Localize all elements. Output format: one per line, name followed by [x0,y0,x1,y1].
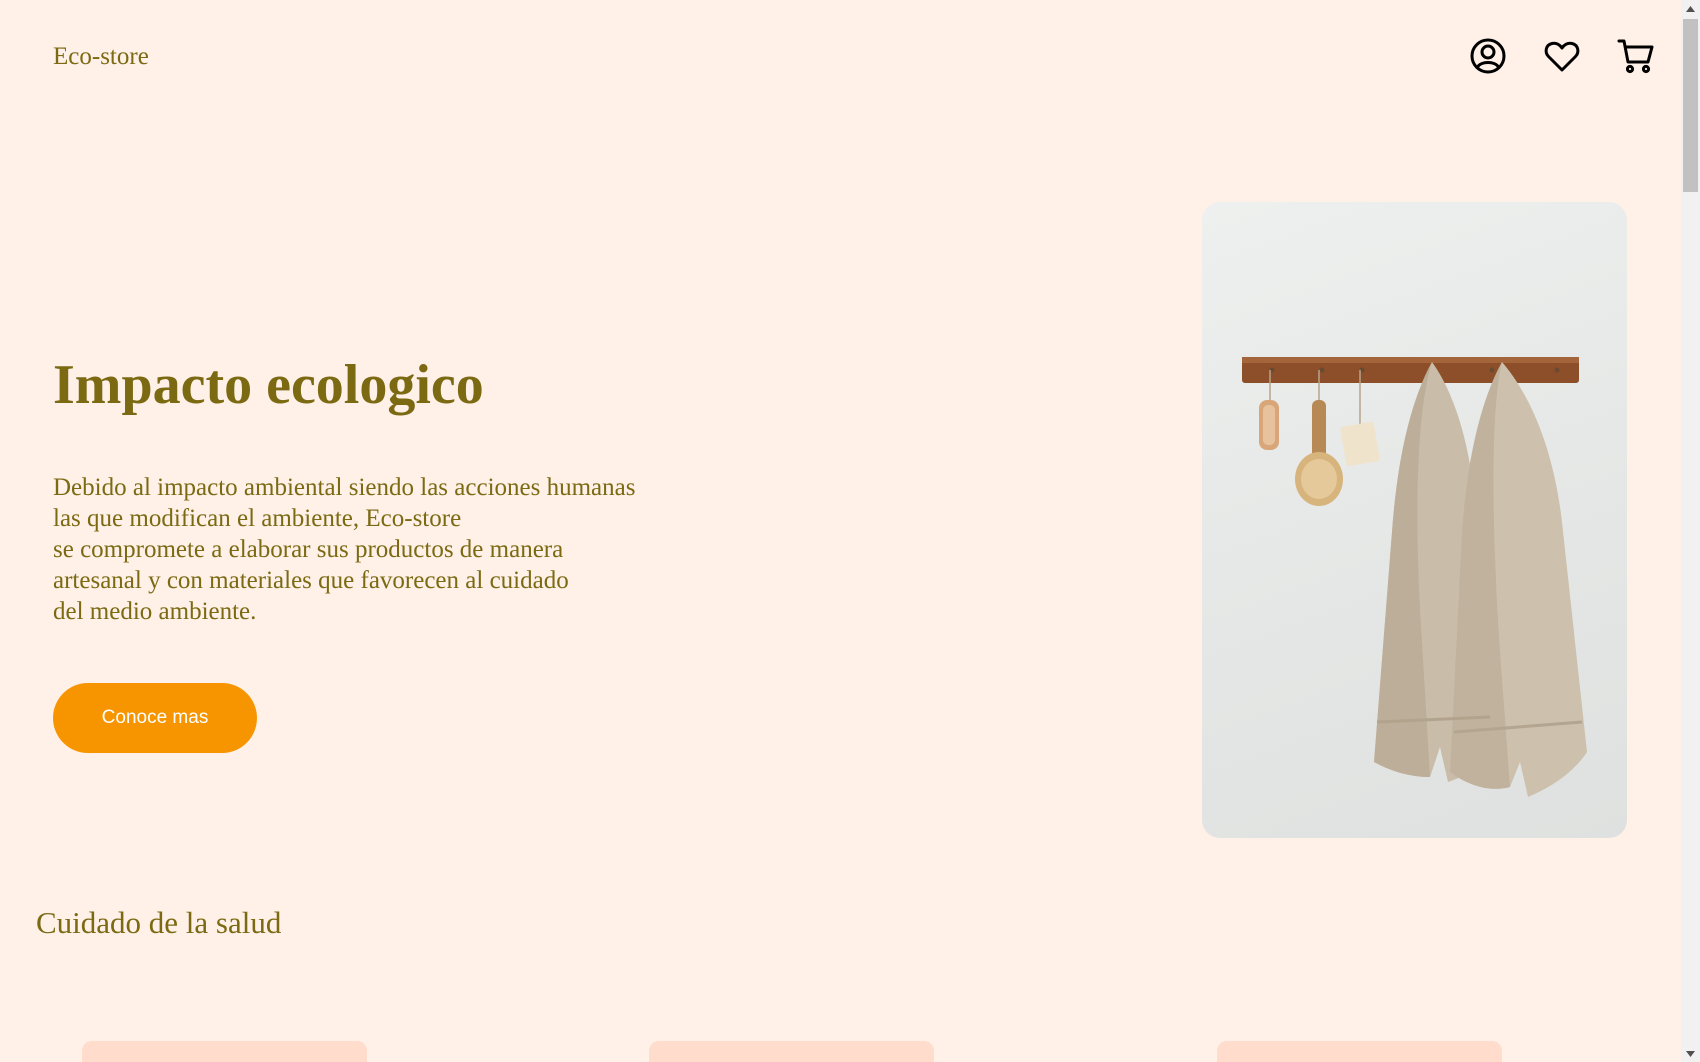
hero-description-line: artesanal y con materiales que favorecen… [53,567,569,594]
scroll-up-arrow-icon[interactable] [1681,0,1700,17]
brand-logo[interactable]: Eco-store [53,43,149,71]
page: Eco-store Impacto ecologico Debido al im… [0,0,1681,1062]
section-title: Cuidado de la salud [36,905,282,940]
user-icon[interactable] [1468,36,1508,76]
scrollbar[interactable] [1681,0,1700,1062]
hero-description-line: se compromete a elaborar sus productos d… [53,536,564,563]
conoce-mas-button[interactable]: Conoce mas [53,683,257,753]
cart-icon[interactable] [1616,36,1656,76]
hero-description: Debido al impacto ambiental siendo las a… [53,472,693,627]
hero-title: Impacto ecologico [53,354,484,416]
hero-description-line: las que modifican el ambiente, Eco-store [53,505,462,532]
heart-icon[interactable] [1542,36,1582,76]
product-card[interactable] [1217,1041,1502,1062]
scroll-down-arrow-icon[interactable] [1681,1045,1700,1062]
product-card[interactable] [649,1041,934,1062]
product-card[interactable] [82,1041,367,1062]
hero-description-line: Debido al impacto ambiental siendo las a… [53,474,636,501]
hero-description-line: del medio ambiente. [53,598,257,625]
scrollbar-thumb[interactable] [1683,19,1698,192]
header-icons [1468,36,1656,76]
hero-image [1202,202,1627,838]
